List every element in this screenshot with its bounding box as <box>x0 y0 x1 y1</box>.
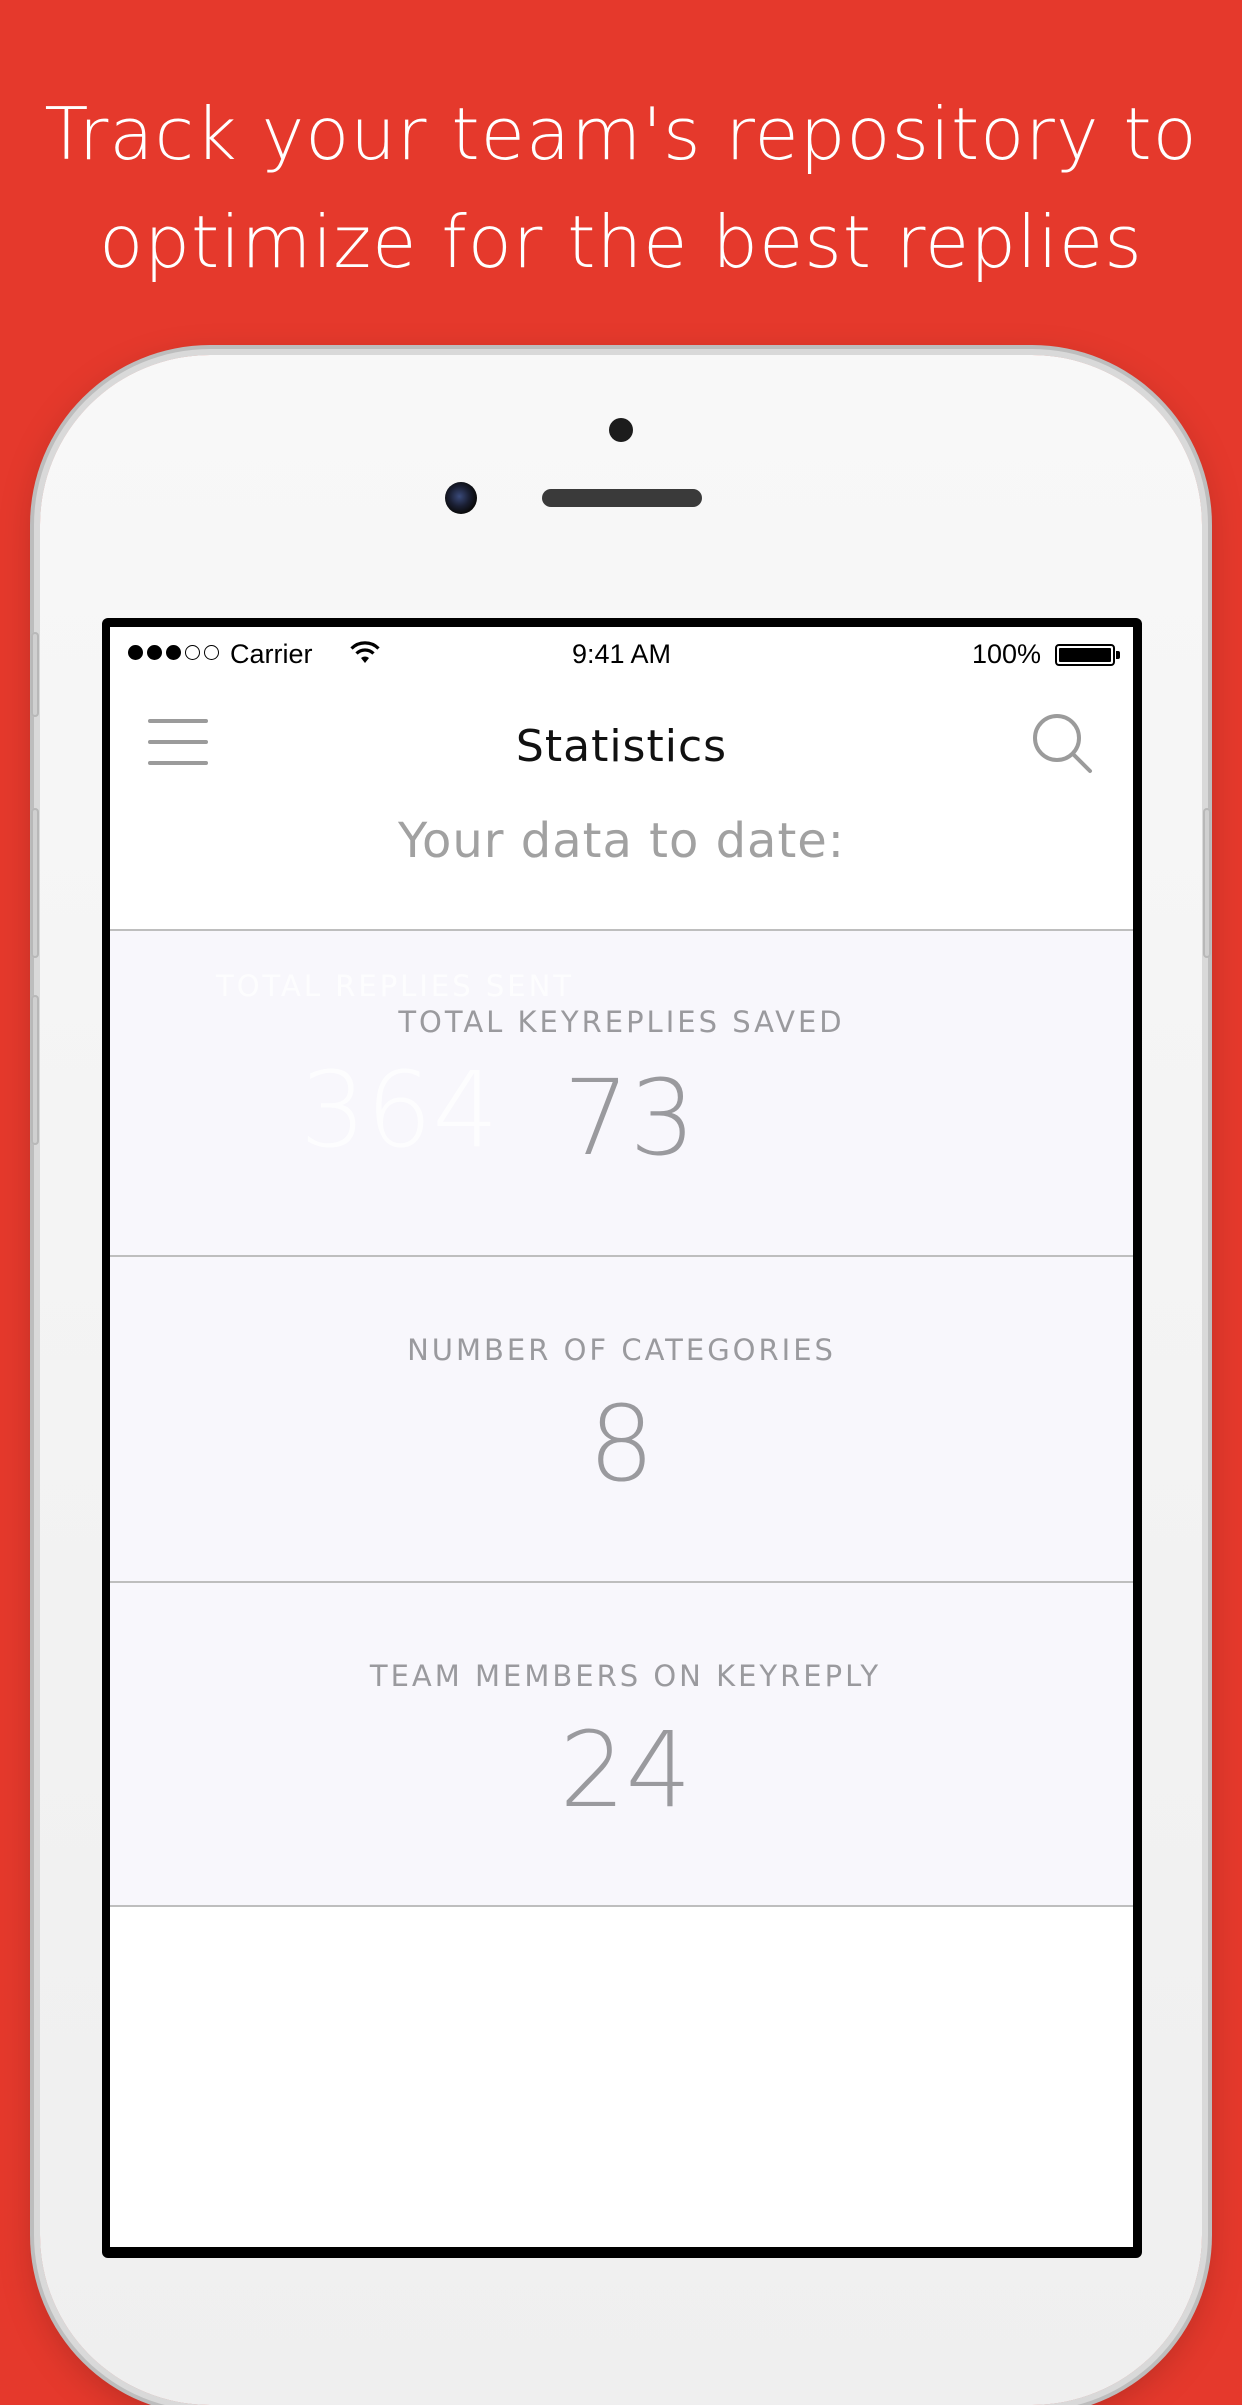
ghost-stat-label: TOTAL REPLIES SENT <box>216 969 574 1003</box>
navigation-bar: Statistics <box>110 683 1133 799</box>
power-button <box>1203 808 1211 958</box>
stat-label: TOTAL KEYREPLIES SAVED <box>398 1005 845 1039</box>
stat-card-keyreplies-saved: TOTAL REPLIES SENT 364 TOTAL KEYREPLIES … <box>110 929 1133 1255</box>
volume-up-button <box>31 808 39 958</box>
search-icon[interactable] <box>1030 711 1094 775</box>
page-title: Statistics <box>515 721 728 772</box>
front-camera-icon <box>445 482 477 514</box>
proximity-sensor <box>609 418 633 442</box>
statistics-list: TOTAL REPLIES SENT 364 TOTAL KEYREPLIES … <box>110 929 1133 1907</box>
battery-percentage: 100% <box>971 639 1041 669</box>
stat-card-categories: NUMBER OF CATEGORIES 8 <box>110 1255 1133 1581</box>
data-subtitle: Your data to date: <box>398 813 845 869</box>
stat-label: NUMBER OF CATEGORIES <box>407 1333 836 1367</box>
headline: Track your team's repository to optimize… <box>0 80 1242 296</box>
mute-switch <box>31 632 39 717</box>
stat-card-team-members: TEAM MEMBERS ON KEYREPLY 24 <box>110 1581 1133 1907</box>
stat-label: TEAM MEMBERS ON KEYREPLY <box>369 1659 882 1693</box>
stat-value: 73 <box>563 1057 696 1179</box>
status-bar: Carrier 9:41 AM 100% <box>110 627 1133 683</box>
earpiece-speaker <box>542 489 702 507</box>
stat-value: 24 <box>559 1709 692 1831</box>
battery-icon <box>1055 644 1120 666</box>
stat-value: 8 <box>588 1383 655 1505</box>
headline-line-1: Track your team's repository to <box>44 92 1198 176</box>
app-screen: Carrier 9:41 AM 100% Statistics Your dat… <box>110 627 1133 2247</box>
headline-line-2: optimize for the best replies <box>99 200 1143 284</box>
volume-down-button <box>31 995 39 1145</box>
